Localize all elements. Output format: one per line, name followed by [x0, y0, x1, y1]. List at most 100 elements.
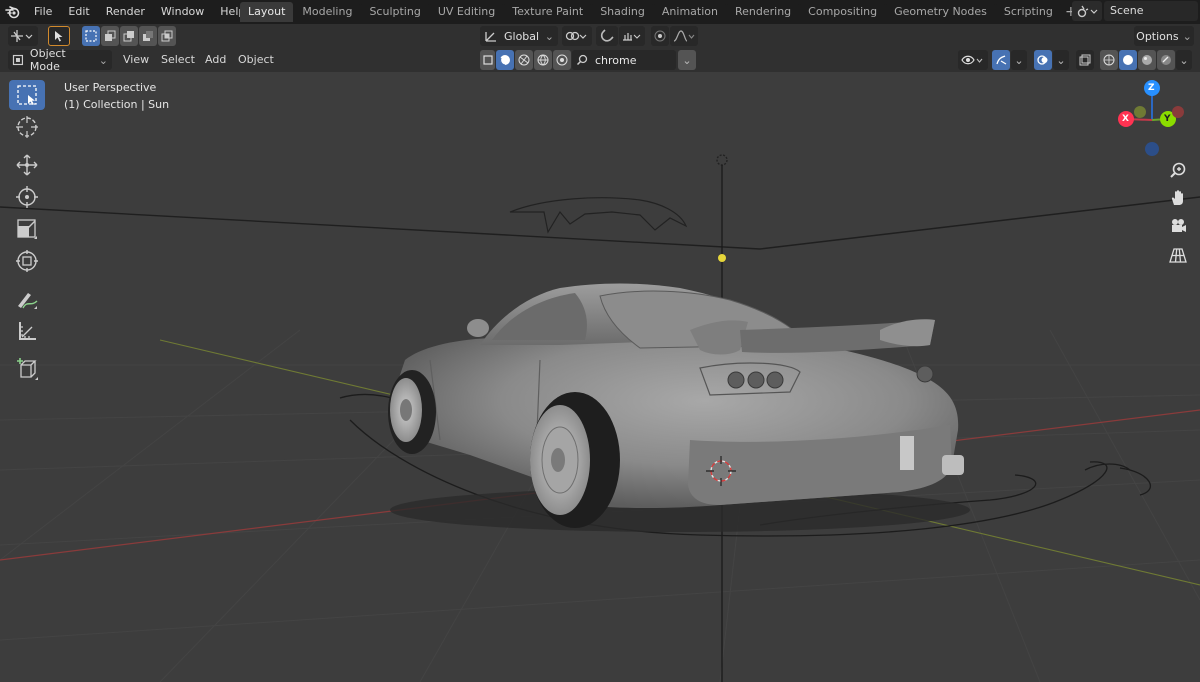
- shading-solid-viewport-button[interactable]: [1119, 50, 1137, 70]
- shading-rendered-button[interactable]: [534, 50, 552, 70]
- solid-box-icon: [482, 55, 493, 65]
- tab-rendering[interactable]: Rendering: [726, 2, 800, 22]
- tool-select-box[interactable]: [9, 80, 45, 110]
- orientation-dropdown[interactable]: Global ⌄: [480, 26, 558, 46]
- tool-cursor[interactable]: [9, 112, 45, 142]
- mode-dropdown[interactable]: Object Mode ⌄: [8, 47, 112, 73]
- shading-wireframe-button[interactable]: [1100, 50, 1118, 70]
- zoom-button[interactable]: [1166, 158, 1190, 182]
- options-dropdown[interactable]: Options ⌄: [1134, 26, 1194, 46]
- xray-toggle[interactable]: [1076, 50, 1094, 70]
- car-front-wheel: [388, 370, 436, 454]
- shading-material-preview-button[interactable]: [1138, 50, 1156, 70]
- falloff-curve-icon: [673, 30, 695, 42]
- transform-pivot-button[interactable]: [8, 26, 38, 46]
- select-mode-extend[interactable]: [101, 26, 119, 46]
- car-rear-wheel: [530, 392, 620, 528]
- menu-add[interactable]: Add: [205, 50, 226, 70]
- menu-file[interactable]: File: [26, 0, 60, 24]
- tool-transform[interactable]: [9, 246, 45, 276]
- solid-icon: [1123, 55, 1133, 65]
- shading-material-button[interactable]: [515, 50, 533, 70]
- tool-scale[interactable]: [9, 214, 45, 244]
- search-input[interactable]: chrome: [572, 50, 676, 70]
- shading-solid-button[interactable]: [496, 50, 514, 70]
- magnet-icon: [600, 29, 614, 42]
- horizon-left: [0, 206, 761, 250]
- tab-scripting[interactable]: Scripting: [995, 2, 1061, 22]
- cursor-icon: [16, 116, 38, 138]
- overlays-toggle[interactable]: [1034, 50, 1052, 70]
- tab-texture-paint[interactable]: Texture Paint: [504, 2, 592, 22]
- scene-name-field[interactable]: Scene: [1104, 1, 1198, 21]
- menu-edit[interactable]: Edit: [60, 0, 97, 24]
- visibility-dropdown[interactable]: [958, 50, 988, 70]
- snap-toggle[interactable]: [596, 26, 618, 46]
- scale-icon: [17, 219, 37, 239]
- perspective-toggle-button[interactable]: [1166, 243, 1190, 267]
- proportional-icon: [654, 30, 666, 42]
- hand-icon: [1171, 190, 1183, 205]
- tab-shading[interactable]: Shading: [592, 2, 653, 22]
- shading-rendered-viewport-button[interactable]: [1157, 50, 1175, 70]
- scene-browse-button[interactable]: [1072, 1, 1102, 21]
- orientation-label: Global: [504, 29, 540, 43]
- select-box-icon: [17, 85, 37, 105]
- eye-icon: [961, 55, 983, 65]
- menu-select[interactable]: Select: [161, 50, 195, 70]
- camera-icon: [1172, 219, 1186, 232]
- overlays-dropdown[interactable]: ⌄: [1053, 50, 1069, 70]
- snap-target-dropdown[interactable]: [619, 26, 645, 46]
- menu-object[interactable]: Object: [238, 50, 274, 70]
- proportional-edit-toggle[interactable]: [651, 26, 669, 46]
- tab-sculpting[interactable]: Sculpting: [361, 2, 429, 22]
- camera-view-button[interactable]: [1166, 214, 1190, 238]
- horizon-right: [759, 196, 1200, 250]
- wireframe-icon: [1103, 54, 1115, 66]
- shading-options-button[interactable]: [553, 50, 571, 70]
- search-dropdown-button[interactable]: ⌄: [678, 50, 696, 70]
- shading-dropdown[interactable]: ⌄: [1176, 50, 1192, 70]
- snap-increment-icon: [623, 33, 641, 41]
- menu-window[interactable]: Window: [153, 0, 212, 24]
- workspace-tabs: Layout Modeling Sculpting UV Editing Tex…: [240, 2, 1080, 24]
- tool-add-cube[interactable]: [9, 354, 45, 384]
- viewport-scene: [0, 80, 1200, 682]
- scene-icon: [1077, 5, 1098, 18]
- tab-animation[interactable]: Animation: [653, 2, 726, 22]
- pivot-point-dropdown[interactable]: [562, 26, 592, 46]
- tab-modeling[interactable]: Modeling: [294, 2, 361, 22]
- tool-rotate[interactable]: [9, 182, 45, 212]
- tool-measure[interactable]: [9, 316, 45, 346]
- shading-wireframe-lookdev[interactable]: [480, 50, 495, 70]
- select-mode-invert[interactable]: [139, 26, 157, 46]
- select-mode-subtract[interactable]: [120, 26, 138, 46]
- blender-logo[interactable]: [0, 0, 26, 24]
- rendered-icon: [537, 54, 549, 66]
- material-icon: [518, 54, 530, 66]
- transform-gizmo-icon: [16, 250, 38, 272]
- solid-sphere-icon: [499, 55, 510, 66]
- pan-button[interactable]: [1166, 186, 1190, 210]
- gizmo-icon: [996, 55, 1007, 65]
- menu-render[interactable]: Render: [98, 0, 153, 24]
- tool-annotate[interactable]: [9, 284, 45, 314]
- overlays-icon: [1037, 55, 1048, 65]
- tab-geometry-nodes[interactable]: Geometry Nodes: [886, 2, 995, 22]
- tab-layout[interactable]: Layout: [240, 2, 294, 22]
- proportional-falloff-dropdown[interactable]: [670, 26, 698, 46]
- chevron-down-icon: ⌄: [682, 53, 692, 67]
- tool-move[interactable]: [9, 150, 45, 180]
- gizmo-dropdown[interactable]: ⌄: [1011, 50, 1027, 70]
- 3d-viewport[interactable]: Z Y X User Perspective (1) Collection | …: [0, 72, 1200, 682]
- menu-view[interactable]: View: [123, 50, 149, 70]
- select-tool-button[interactable]: [48, 26, 70, 46]
- select-mode-new[interactable]: [82, 26, 100, 46]
- gizmo-toggle[interactable]: [992, 50, 1010, 70]
- tab-compositing[interactable]: Compositing: [800, 2, 886, 22]
- options-label: Options: [1136, 29, 1179, 43]
- scene-selector: Scene: [1072, 1, 1200, 21]
- annotate-icon: [18, 293, 38, 309]
- tab-uv-editing[interactable]: UV Editing: [429, 2, 504, 22]
- select-mode-intersect[interactable]: [158, 26, 176, 46]
